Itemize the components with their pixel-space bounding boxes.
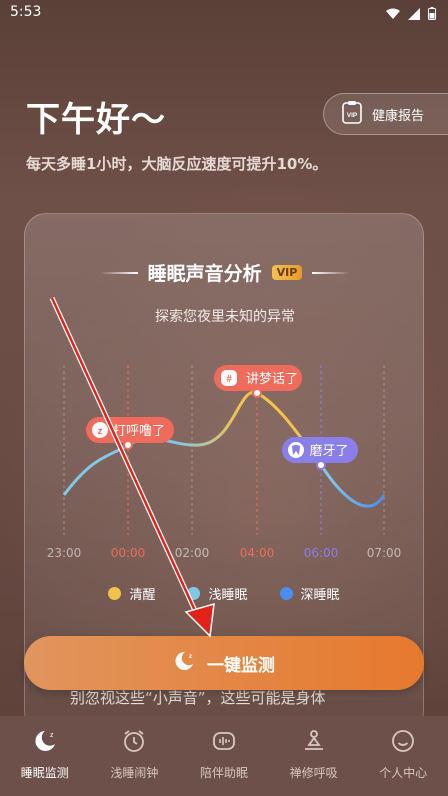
- tab-meditation[interactable]: 禅修呼吸: [269, 716, 359, 796]
- card-title-row: 睡眠声音分析 VIP: [25, 259, 425, 286]
- legend-light-sleep: 浅睡眠: [187, 584, 248, 603]
- sleep-curve-chart: z 打呼噜了 # 讲梦话了 磨牙了 23:00 00:00 02:00 04:0…: [47, 365, 402, 560]
- svg-text:VIP: VIP: [347, 112, 358, 119]
- tab-label: 陪伴助眠: [199, 766, 248, 780]
- chart-legend: 清醒 浅睡眠 深睡眠: [0, 584, 448, 603]
- tab-profile[interactable]: 个人中心: [358, 716, 448, 796]
- status-icons: [386, 5, 436, 24]
- smile-icon: [390, 728, 416, 758]
- title-divider-left: [99, 271, 138, 274]
- greeting-subtitle: 每天多睡1小时，大脑反应速度可提升10%。: [26, 155, 328, 173]
- svg-text:z: z: [98, 426, 103, 436]
- tab-light-sleep-alarm[interactable]: 浅睡闹钟: [90, 716, 180, 796]
- tick-label: 00:00: [111, 546, 146, 560]
- legend-label: 浅睡眠: [208, 588, 248, 603]
- status-time: 5:53: [10, 4, 42, 20]
- wifi-icon: [386, 5, 400, 24]
- x-axis-ticks: 23:00 00:00 02:00 04:00 06:00 07:00: [47, 546, 402, 560]
- battery-icon: [428, 5, 436, 24]
- start-monitoring-button[interactable]: z 一键监测: [24, 636, 424, 690]
- legend-dot: [187, 587, 201, 600]
- chat-icon: #: [221, 370, 237, 386]
- legend-label: 深睡眠: [300, 588, 340, 603]
- meditation-icon: [301, 728, 327, 758]
- sleeptalk-bubble[interactable]: # 讲梦话了: [214, 365, 302, 398]
- tab-sleep-monitor[interactable]: z 睡眠监测: [0, 716, 90, 796]
- tooth-icon: [288, 442, 304, 458]
- moon-icon: z: [173, 650, 195, 676]
- snore-bubble-label: 打呼噜了: [113, 424, 165, 439]
- title-divider-right: [312, 271, 351, 274]
- tick-label: 04:00: [240, 546, 275, 560]
- health-report-button[interactable]: VIP 健康报告: [323, 93, 448, 135]
- status-bar: 5:53: [0, 0, 448, 26]
- legend-dot: [279, 587, 293, 600]
- legend-deep-sleep: 深睡眠: [279, 584, 340, 603]
- start-monitoring-label: 一键监测: [207, 655, 275, 676]
- tab-label: 禅修呼吸: [289, 766, 338, 780]
- alarm-clock-icon: [121, 728, 147, 758]
- legend-awake: 清醒: [108, 584, 155, 603]
- vip-badge: VIP: [271, 265, 303, 280]
- svg-text:z: z: [50, 732, 54, 739]
- tab-sleep-aid[interactable]: 陪伴助眠: [179, 716, 269, 796]
- tab-label: 睡眠监测: [20, 766, 69, 780]
- snore-bubble[interactable]: z 打呼噜了: [86, 417, 174, 450]
- card-subtitle: 探索您夜里未知的异常: [155, 309, 295, 325]
- svg-text:#: #: [226, 374, 232, 385]
- bottom-tab-bar: z 睡眠监测 浅睡闹钟 陪伴助眠 禅修呼吸 个人中心: [0, 716, 448, 796]
- tab-label: 浅睡闹钟: [110, 766, 159, 780]
- zz-icon: z: [92, 422, 108, 438]
- audio-wave-icon: [211, 728, 237, 758]
- tick-label: 07:00: [367, 546, 402, 560]
- tick-label: 02:00: [175, 546, 210, 560]
- tick-label: 23:00: [47, 546, 82, 560]
- moon-icon: z: [32, 728, 58, 758]
- grind-bubble[interactable]: 磨牙了: [282, 437, 358, 470]
- tick-label: 06:00: [304, 546, 339, 560]
- health-report-label: 健康报告: [372, 108, 425, 124]
- legend-label: 清醒: [129, 588, 156, 603]
- grind-bubble-label: 磨牙了: [309, 444, 348, 459]
- tab-label: 个人中心: [379, 766, 428, 780]
- signal-icon: [408, 5, 420, 24]
- sleeptalk-bubble-label: 讲梦话了: [246, 372, 298, 387]
- card-title: 睡眠声音分析: [147, 263, 262, 285]
- svg-text:z: z: [189, 654, 192, 660]
- clipboard-vip-icon: VIP: [342, 100, 362, 128]
- legend-dot: [108, 587, 122, 600]
- greeting-title: 下午好～: [26, 100, 166, 140]
